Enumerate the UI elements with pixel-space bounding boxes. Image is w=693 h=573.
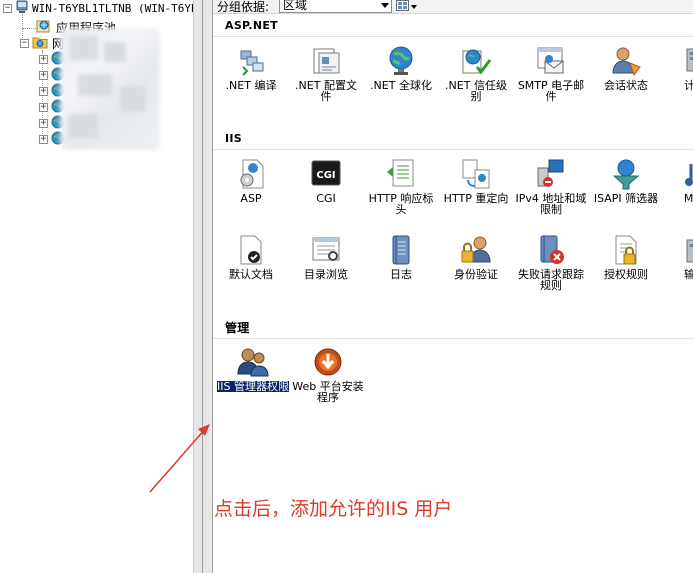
feature-dotnet-trust-levels[interactable]: .NET 信任级别 — [440, 45, 512, 119]
annotation-text: 点击后，添加允许的IIS 用户 — [214, 498, 453, 520]
iis-manager-permissions-icon — [237, 346, 269, 378]
feature-label: ISAPI 筛选器 — [593, 192, 659, 205]
group-by-select[interactable]: 区域 — [279, 0, 392, 13]
group-by-label: 分组依据: — [217, 0, 270, 14]
collapse-icon[interactable]: − — [3, 3, 12, 13]
logging-icon — [385, 234, 417, 266]
http-response-headers-icon — [385, 158, 417, 190]
svg-text:CGI: CGI — [316, 170, 335, 181]
feature-label: ASP — [240, 192, 262, 205]
feature-label: 失败请求跟踪规则 — [518, 268, 584, 292]
section-title-iis: IIS — [225, 132, 243, 145]
dotnet-globalization-icon — [385, 45, 417, 77]
feature-label: MIM — [683, 192, 693, 205]
section-title-aspnet: ASP.NET — [225, 19, 278, 32]
expand-icon[interactable]: + — [39, 118, 48, 128]
expand-icon[interactable]: + — [39, 54, 48, 64]
feature-asp[interactable]: ASP — [215, 158, 287, 232]
feature-label: 日志 — [390, 268, 412, 281]
feature-dotnet-globalization[interactable]: .NET 全球化 — [365, 45, 437, 119]
feature-directory-browsing[interactable]: 目录浏览 — [290, 234, 362, 308]
default-document-icon — [235, 234, 267, 266]
dotnet-profile-icon — [310, 45, 342, 77]
pane-splitter[interactable] — [193, 0, 213, 573]
machine-key-icon — [679, 45, 693, 77]
feature-label: .NET 编译 — [225, 79, 277, 92]
feature-web-platform-installer[interactable]: Web 平台安装程序 — [292, 346, 364, 420]
chevron-down-icon — [411, 4, 417, 9]
feature-label: 输出 — [684, 268, 693, 281]
authentication-icon — [460, 234, 492, 266]
output-caching-icon — [679, 234, 693, 266]
dotnet-compilation-icon — [235, 45, 267, 77]
sites-folder-icon — [32, 35, 48, 52]
failed-request-tracing-icon — [535, 234, 567, 266]
feature-ipv4-restrictions[interactable]: IPv4 地址和域限制 — [515, 158, 587, 232]
feature-http-response-headers[interactable]: HTTP 响应标头 — [365, 158, 437, 232]
feature-iis-manager-permissions[interactable]: IIS 管理器权限 — [217, 346, 289, 420]
feature-default-document[interactable]: 默认文档 — [215, 234, 287, 308]
authorization-rules-icon — [610, 234, 642, 266]
expand-icon[interactable]: + — [39, 134, 48, 144]
feature-smtp-email[interactable]: SMTP 电子邮件 — [515, 45, 587, 119]
tree-label-server: WIN-T6YBL1TLTNB (WIN-T6YBL — [32, 1, 193, 15]
connections-tree: − WIN-T6YBL1TLTNB (WIN-T6YBL 应用程序池 − 网站 … — [0, 0, 193, 573]
collapse-icon[interactable]: − — [20, 38, 29, 48]
features-view: 分组依据: 区域 ASP.NET .NET 编译 .NET 配置文件 .NET … — [213, 0, 693, 573]
section-title-management: 管理 — [225, 321, 250, 335]
ipv4-restrictions-icon — [535, 158, 567, 190]
feature-dotnet-compilation[interactable]: .NET 编译 — [215, 45, 287, 119]
feature-label: 计算 — [684, 79, 693, 92]
feature-label: HTTP 重定向 — [443, 192, 509, 205]
mime-types-icon — [679, 158, 693, 190]
redacted-site-names — [60, 28, 160, 150]
feature-mime-types[interactable]: MIM — [659, 158, 693, 232]
feature-isapi-filters[interactable]: ISAPI 筛选器 — [590, 158, 662, 232]
feature-logging[interactable]: 日志 — [365, 234, 437, 308]
feature-label: CGI — [316, 192, 336, 205]
feature-machine-key[interactable]: 计算 — [659, 45, 693, 119]
feature-label: 身份验证 — [454, 268, 498, 281]
feature-cgi[interactable]: CGI CGI — [290, 158, 362, 232]
web-platform-installer-icon — [312, 346, 344, 378]
session-state-icon — [610, 45, 642, 77]
directory-browsing-icon — [310, 234, 342, 266]
feature-label: HTTP 响应标头 — [368, 192, 434, 216]
feature-authorization-rules[interactable]: 授权规则 — [590, 234, 662, 308]
asp-icon — [235, 158, 267, 190]
expand-icon[interactable]: + — [39, 102, 48, 112]
isapi-filters-icon — [610, 158, 642, 190]
feature-failed-request-tracing[interactable]: 失败请求跟踪规则 — [515, 234, 587, 308]
group-by-toolbar: 分组依据: 区域 — [213, 0, 693, 14]
feature-label: 授权规则 — [604, 268, 648, 281]
cgi-icon: CGI — [310, 158, 342, 190]
feature-dotnet-profile[interactable]: .NET 配置文件 — [290, 45, 362, 119]
feature-label: SMTP 电子邮件 — [517, 79, 585, 103]
tree-node-server[interactable]: − WIN-T6YBL1TLTNB (WIN-T6YBL — [3, 0, 193, 16]
feature-label: IPv4 地址和域限制 — [515, 192, 587, 216]
feature-label: IIS 管理器权限 — [217, 380, 289, 393]
dotnet-trust-levels-icon — [460, 45, 492, 77]
chevron-down-icon — [381, 3, 389, 8]
http-redirect-icon — [460, 158, 492, 190]
expand-icon[interactable]: + — [39, 86, 48, 96]
feature-output-caching[interactable]: 输出 — [659, 234, 693, 308]
feature-authentication[interactable]: 身份验证 — [440, 234, 512, 308]
feature-label: .NET 信任级别 — [445, 79, 507, 103]
feature-label: 默认文档 — [229, 268, 273, 281]
server-icon — [15, 0, 29, 17]
feature-session-state[interactable]: 会话状态 — [590, 45, 662, 119]
smtp-email-icon — [535, 45, 567, 77]
feature-label: .NET 配置文件 — [295, 79, 357, 103]
feature-label: 会话状态 — [604, 79, 648, 92]
group-by-value: 区域 — [283, 0, 308, 12]
feature-label: Web 平台安装程序 — [292, 380, 364, 404]
feature-label: .NET 全球化 — [370, 79, 432, 92]
icons-view-icon — [396, 0, 409, 14]
view-mode-button[interactable] — [396, 0, 420, 13]
expand-icon[interactable]: + — [39, 70, 48, 80]
feature-http-redirect[interactable]: HTTP 重定向 — [440, 158, 512, 232]
feature-label: 目录浏览 — [304, 268, 348, 281]
